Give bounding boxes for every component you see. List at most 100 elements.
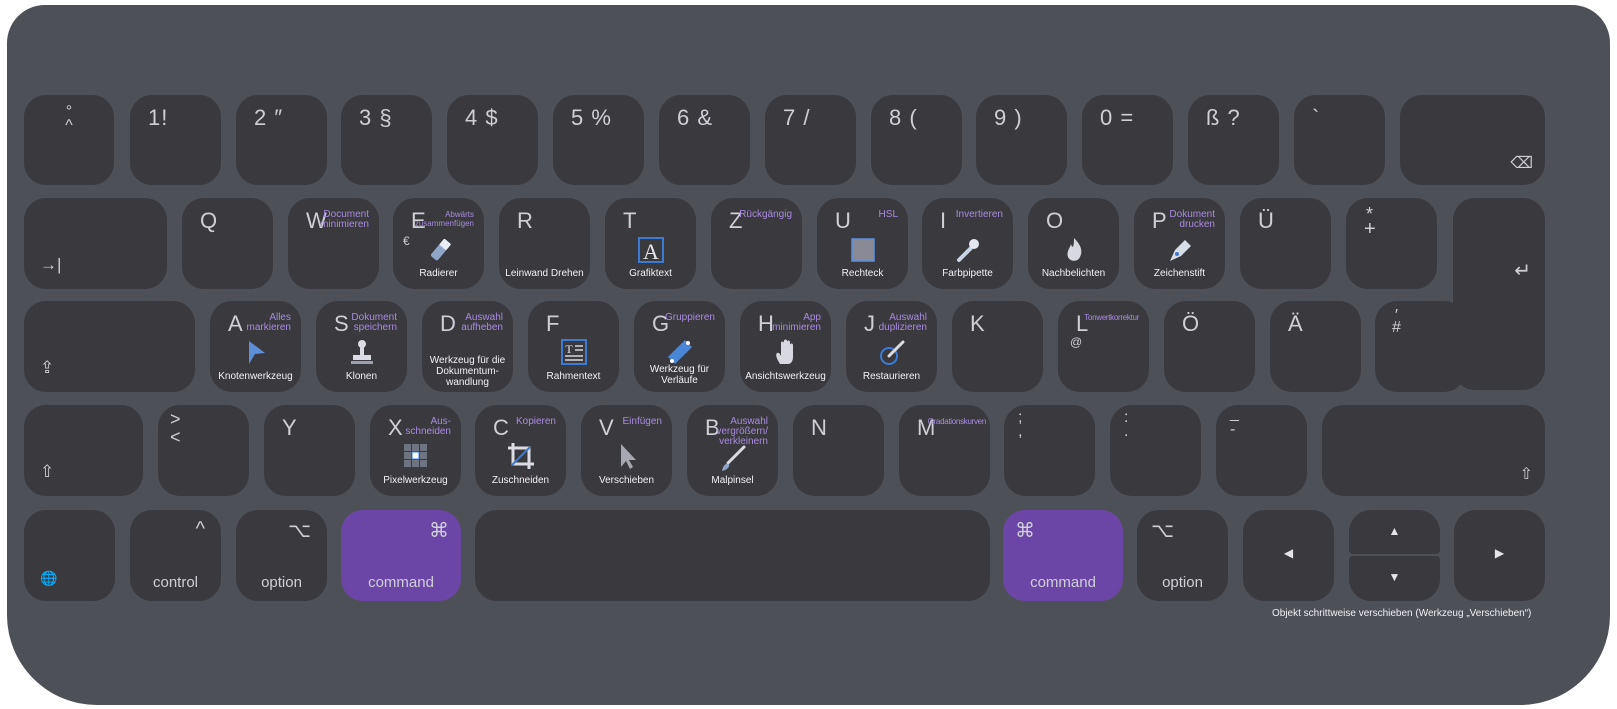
key-8[interactable]: 8 ( [871, 95, 962, 185]
globe-icon: 🌐 [40, 570, 58, 586]
eraser-icon [430, 238, 451, 261]
key-option-left-label: option [261, 574, 302, 591]
keyboard: ° ^ 1! 2 ″ 3 § 4 $ 5 % 6 & 7 / 8 ( 9 ) 0… [7, 5, 1610, 705]
key-z[interactable]: Z Rückgängig [711, 198, 802, 289]
key-command-left-label: command [368, 574, 434, 591]
key-plus[interactable]: * + [1346, 198, 1437, 289]
key-y[interactable]: Y [264, 405, 355, 496]
graphic-text-icon: A [637, 237, 664, 264]
key-p-shortcut: Dokument drucken [1169, 209, 1215, 230]
key-n-label: N [811, 415, 828, 440]
key-j-shortcut: Auswahl duplizieren [878, 312, 927, 333]
svg-text:A: A [643, 239, 659, 264]
key-5[interactable]: 5 % [553, 95, 644, 185]
pixel-tool-icon [403, 444, 427, 467]
key-command-left[interactable]: ⌘ command [341, 510, 461, 601]
key-command-right[interactable]: ⌘ command [1003, 510, 1123, 601]
key-space[interactable] [475, 510, 990, 601]
key-circumflex-bottom: ^ [65, 117, 73, 134]
key-6[interactable]: 6 & [659, 95, 750, 185]
key-e[interactable]: E Abwärts zusammenfügen € Radierer [393, 198, 484, 289]
frame-text-icon: T [560, 339, 587, 365]
key-hash[interactable]: ′ # [1375, 301, 1466, 392]
key-backspace[interactable]: ⌫ [1400, 95, 1545, 185]
key-b[interactable]: B Auswahl vergrößern/ verkleinern Malpin… [687, 405, 778, 496]
key-h[interactable]: H App minimieren Ansichtswerkzeug [740, 301, 831, 392]
key-g-tool: Werkzeug für Verläufe [649, 364, 710, 386]
key-v[interactable]: V Einfügen Verschieben [581, 405, 672, 496]
key-w[interactable]: W Document minimieren [288, 198, 379, 289]
rectangle-icon [850, 238, 875, 262]
key-a-tool: Knotenwerkzeug [218, 371, 293, 382]
arrow-up-icon: ▲ [1388, 524, 1401, 538]
key-l-shortcut: Tonwertkorrektur [1084, 313, 1139, 322]
key-0[interactable]: 0 = [1082, 95, 1173, 185]
key-shift-right[interactable]: ⇧ [1322, 405, 1545, 496]
key-arrow-up[interactable]: ▲ [1349, 510, 1440, 554]
gradient-icon [667, 339, 692, 365]
key-9[interactable]: 9 ) [976, 95, 1067, 185]
key-return[interactable]: ↵ [1453, 198, 1545, 390]
key-capslock[interactable]: ⇪ [24, 301, 195, 392]
key-d[interactable]: D Auswahl aufheben Werkzeug für die Doku… [422, 301, 513, 392]
key-p-tool: Zeichenstift [1153, 268, 1206, 279]
key-ue[interactable]: Ü [1240, 198, 1331, 289]
key-x[interactable]: X Aus- schneiden Pixelwerkzeug [370, 405, 461, 496]
arrow-down-icon: ▼ [1388, 570, 1401, 584]
key-u-shortcut: HSL [878, 209, 898, 220]
key-f-label: F [546, 311, 561, 336]
key-i[interactable]: I Invertieren Farbpipette [922, 198, 1013, 289]
key-k[interactable]: K [952, 301, 1043, 392]
key-colon[interactable]: : . [1110, 405, 1201, 496]
key-n[interactable]: N [793, 405, 884, 496]
key-7[interactable]: 7 / [765, 95, 856, 185]
key-ae[interactable]: Ä [1270, 301, 1361, 392]
svg-text:T: T [565, 342, 573, 356]
key-arrow-left[interactable]: ◀ [1243, 510, 1334, 601]
key-c[interactable]: C Kopieren Zuschneiden [475, 405, 566, 496]
key-j[interactable]: J Auswahl duplizieren Restaurieren [846, 301, 937, 392]
key-2[interactable]: 2 ″ [236, 95, 327, 185]
key-globe[interactable]: 🌐 [24, 510, 115, 601]
key-m[interactable]: M Gradationskurven [899, 405, 990, 496]
key-command-right-label: command [1030, 574, 1096, 591]
key-circumflex[interactable]: ° ^ [24, 95, 114, 185]
key-g[interactable]: G Gruppieren Werkzeug für Verläufe [634, 301, 725, 392]
key-m-shortcut: Gradationskurven [927, 417, 987, 426]
key-tab[interactable]: →| [24, 198, 167, 289]
key-arrow-right[interactable]: ▶ [1454, 510, 1545, 601]
key-o[interactable]: O Nachbelichten [1028, 198, 1119, 289]
key-p-label: P [1152, 208, 1168, 233]
key-semicolon[interactable]: ; , [1004, 405, 1095, 496]
key-2-label: 2 ″ [254, 105, 284, 130]
key-sz[interactable]: ß ? [1188, 95, 1279, 185]
key-option-right[interactable]: ⌥ option [1137, 510, 1228, 601]
key-a[interactable]: A Alles markieren Knotenwerkzeug [210, 301, 301, 392]
key-dash[interactable]: _ - [1216, 405, 1307, 496]
key-oe[interactable]: Ö [1164, 301, 1255, 392]
key-3[interactable]: 3 § [341, 95, 432, 185]
key-i-label: I [940, 208, 948, 233]
key-arrow-down[interactable]: ▼ [1349, 556, 1440, 601]
key-l[interactable]: L Tonwertkorrektur @ [1058, 301, 1149, 392]
key-4[interactable]: 4 $ [447, 95, 538, 185]
key-r[interactable]: R Leinwand Drehen [499, 198, 590, 289]
key-v-shortcut: Einfügen [622, 416, 662, 427]
key-accent[interactable]: ` [1294, 95, 1385, 185]
key-f[interactable]: F T Rahmentext [528, 301, 619, 392]
key-s[interactable]: S Dokument speichern Klonen [316, 301, 407, 392]
key-t-label: T [623, 208, 638, 233]
key-u[interactable]: U HSL Rechteck [817, 198, 908, 289]
key-less[interactable]: > < [158, 405, 249, 496]
key-p[interactable]: P Dokument drucken Zeichenstift [1134, 198, 1225, 289]
key-c-shortcut: Kopieren [515, 416, 556, 427]
option-left-icon: ⌥ [287, 520, 311, 542]
return-icon: ↵ [1514, 260, 1531, 282]
key-1[interactable]: 1! [130, 95, 221, 185]
key-control[interactable]: ^ control [130, 510, 221, 601]
key-shift-left[interactable]: ⇧ [24, 405, 143, 496]
key-q[interactable]: Q [182, 198, 273, 289]
tab-icon: →| [40, 255, 62, 274]
key-option-left[interactable]: ⌥ option [236, 510, 327, 601]
key-t[interactable]: T A Grafiktext [605, 198, 696, 289]
